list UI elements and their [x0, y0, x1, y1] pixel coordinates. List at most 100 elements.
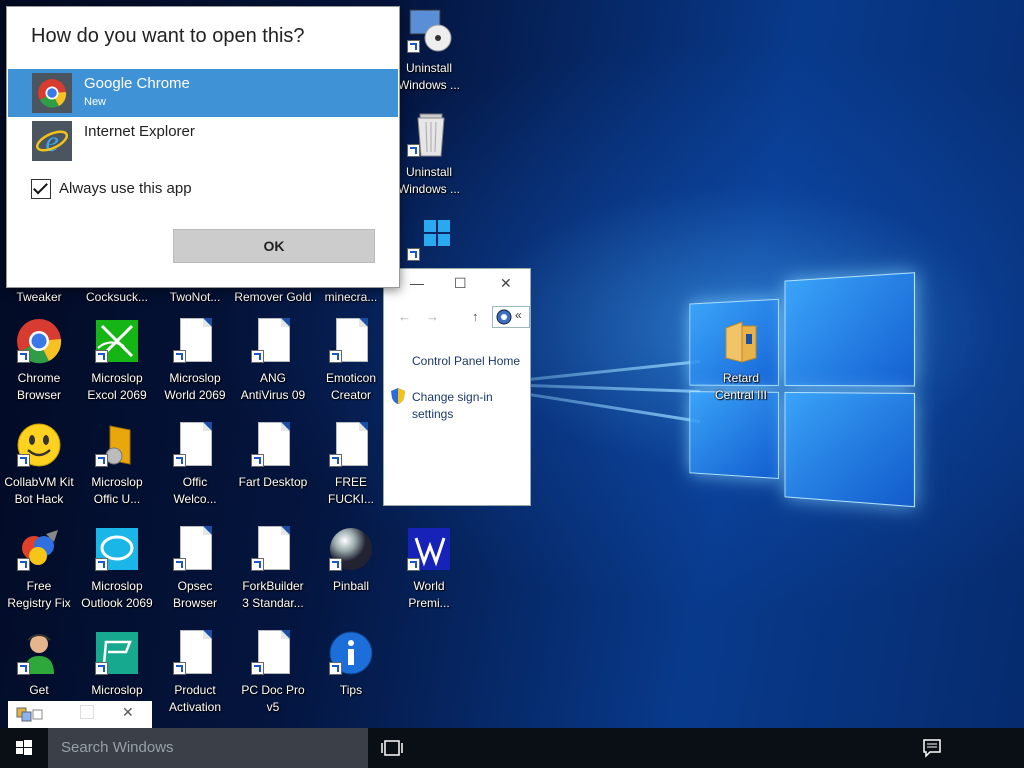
desktop-icon-microslop-publisher[interactable]: Microslop	[78, 630, 156, 699]
icon-label: TwoNot...	[156, 289, 234, 306]
desktop-icon-emoticon-creator[interactable]: Emoticon Creator	[312, 318, 390, 404]
desktop-icon-fart-desktop[interactable]: Fart Desktop	[234, 422, 312, 491]
ok-button[interactable]: OK	[173, 229, 375, 263]
icon-label: minecra...	[312, 289, 390, 306]
desktop-icon-forkbuilder[interactable]: ForkBuilder 3 Standar...	[234, 526, 312, 612]
desktop-icon-excol[interactable]: Microslop Excol 2069	[78, 318, 156, 404]
minimized-window[interactable]: ✕	[8, 701, 152, 728]
trash-can-icon	[406, 112, 452, 158]
forward-button[interactable]: →	[426, 309, 439, 324]
minimize-button[interactable]: —	[410, 275, 424, 291]
open-with-dialog[interactable]: How do you want to open this? Google Chr…	[6, 6, 400, 288]
app-option-google-chrome[interactable]: Google Chrome New	[8, 69, 398, 117]
desktop-icon-opsec-browser[interactable]: Opsec Browser	[156, 526, 234, 612]
desktop-icon-pc-doc-pro[interactable]: PC Doc Pro v5	[234, 630, 312, 716]
desktop-icon-retard-central[interactable]: Retard Central III	[702, 318, 780, 404]
shield-icon	[390, 387, 406, 405]
desktop-icon-windows[interactable]	[390, 216, 468, 262]
control-panel-icon	[496, 309, 512, 325]
desktop-icon-free-registry-fix[interactable]: Free Registry Fix	[0, 526, 78, 612]
change-signin-link[interactable]: Change sign-in settings	[412, 389, 493, 423]
icon-label: World 2069	[156, 387, 234, 404]
search-input[interactable]: Search Windows	[48, 728, 368, 768]
desktop-icon-pinball[interactable]: Pinball	[312, 526, 390, 595]
windows-start-icon	[0, 728, 48, 768]
icon-label: Tweaker	[0, 289, 78, 306]
checkbox-checked-icon[interactable]	[31, 179, 51, 199]
outlook-icon	[94, 526, 140, 572]
icon-label: Remover Gold	[234, 289, 312, 306]
maximize-button[interactable]: ☐	[454, 275, 467, 292]
document-icon	[172, 422, 218, 468]
icon-label: Uninstall	[390, 60, 468, 77]
icon-label: Registry Fix	[0, 595, 78, 612]
icon-label: Browser	[0, 387, 78, 404]
control-panel-window[interactable]: — ☐ ✕ ← → ↑ « Control Panel Home Change …	[383, 268, 531, 506]
window-app-icon	[16, 707, 44, 723]
icon-label: ForkBuilder	[234, 578, 312, 595]
icon-label: Microslop	[78, 682, 156, 699]
icon-label: Excol 2069	[78, 387, 156, 404]
always-use-checkbox[interactable]: Always use this app	[31, 179, 192, 199]
office-icon	[94, 422, 140, 468]
desktop-icon-free-fucki[interactable]: FREE FUCKI...	[312, 422, 390, 508]
start-button[interactable]	[0, 728, 48, 768]
app-name: Internet Explorer	[84, 123, 195, 140]
desktop-icon-get[interactable]: Get	[0, 630, 78, 699]
icon-label: Microslop	[78, 474, 156, 491]
desktop-icon-world-premi[interactable]: World Premi...	[390, 526, 468, 612]
action-center-icon[interactable]	[922, 738, 942, 758]
document-icon	[172, 630, 218, 676]
uninstall-disc-icon	[406, 8, 452, 54]
windows-logo-icon	[406, 216, 452, 262]
icon-label: Creator	[312, 387, 390, 404]
up-button[interactable]: ↑	[472, 309, 479, 324]
icon-label: Activation	[156, 699, 234, 716]
icon-label: Central III	[702, 387, 780, 404]
document-icon	[250, 526, 296, 572]
desktop-icon-offic-u[interactable]: Microslop Offic U...	[78, 422, 156, 508]
back-button[interactable]: ←	[398, 309, 411, 324]
maximize-button[interactable]	[80, 705, 94, 719]
close-button[interactable]: ✕	[500, 275, 512, 292]
icon-label: Welco...	[156, 491, 234, 508]
desktop-icon-ang-antivirus[interactable]: ANG AntiVirus 09	[234, 318, 312, 404]
desktop-icon-chrome-browser[interactable]: Chrome Browser	[0, 318, 78, 404]
desktop-icon-uninstall-1[interactable]: Uninstall Windows ...	[390, 8, 468, 94]
icon-label: v5	[234, 699, 312, 716]
pinball-icon	[328, 526, 374, 572]
dialog-title: How do you want to open this?	[31, 25, 305, 48]
registry-icon	[16, 526, 62, 572]
control-panel-home-link[interactable]: Control Panel Home	[412, 353, 520, 370]
desktop-icon-product-activation[interactable]: Product Activation	[156, 630, 234, 716]
app-name: Google Chrome	[84, 75, 190, 92]
chrome-icon	[16, 318, 62, 364]
world-premiere-icon	[406, 526, 452, 572]
task-view-icon[interactable]	[380, 738, 404, 758]
icon-label: Microslop	[156, 370, 234, 387]
taskbar: Search Windows	[0, 728, 1024, 768]
desktop-icon-uninstall-2[interactable]: Uninstall Windows ...	[390, 112, 468, 198]
checkbox-label: Always use this app	[59, 180, 192, 197]
desktop-icon-collabvm-kit[interactable]: CollabVM Kit Bot Hack	[0, 422, 78, 508]
link-line: Change sign-in	[412, 389, 493, 406]
icon-label: CollabVM Kit	[0, 474, 78, 491]
icon-label: Fart Desktop	[234, 474, 312, 491]
icon-label: Windows ...	[390, 181, 468, 198]
icon-label: Offic	[156, 474, 234, 491]
app-option-internet-explorer[interactable]: e Internet Explorer	[8, 117, 398, 165]
desktop-icon-tips[interactable]: Tips	[312, 630, 390, 699]
icon-label: Uninstall	[390, 164, 468, 181]
icon-label: Microslop	[78, 578, 156, 595]
address-bar[interactable]: «	[492, 306, 530, 328]
desktop-icon-offic-welco[interactable]: Offic Welco...	[156, 422, 234, 508]
desktop-icon-outlook[interactable]: Microslop Outlook 2069	[78, 526, 156, 612]
close-button[interactable]: ✕	[122, 704, 134, 721]
document-icon	[328, 318, 374, 364]
ie-icon: e	[32, 121, 72, 161]
desktop-icon-world[interactable]: Microslop World 2069	[156, 318, 234, 404]
icon-label: Offic U...	[78, 491, 156, 508]
icon-label: Tips	[312, 682, 390, 699]
icon-label: FUCKI...	[312, 491, 390, 508]
icon-label: World	[390, 578, 468, 595]
